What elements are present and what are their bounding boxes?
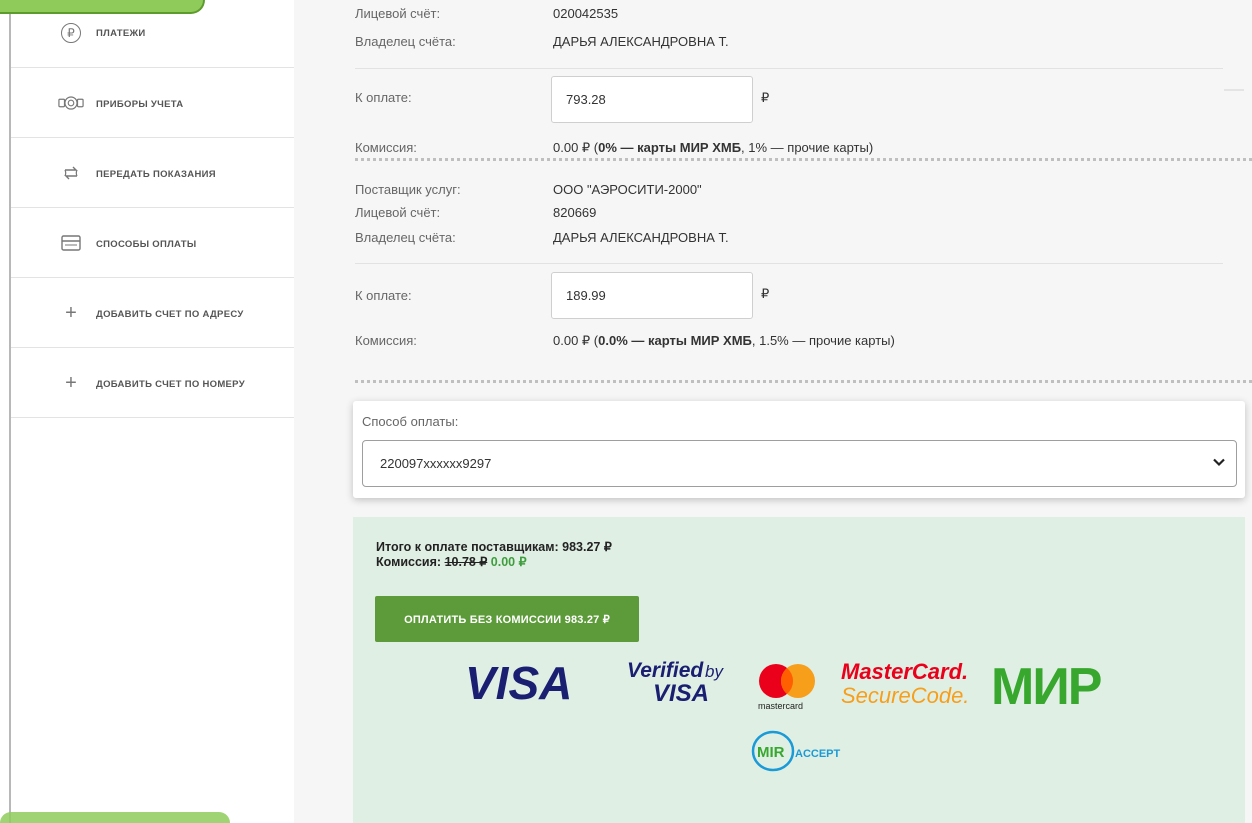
account-number-value: 020042535 [553, 6, 619, 21]
svg-text:mastercard: mastercard [758, 701, 803, 711]
svg-text:MIR: MIR [757, 744, 785, 761]
dotted-divider [355, 158, 1252, 161]
divider [355, 263, 1223, 264]
currency-sign: ₽ [761, 90, 770, 105]
payment-content: Лицевой счёт: 020042535 Владелец счёта: … [294, 0, 1252, 823]
svg-text:by: by [705, 662, 724, 681]
sidebar-item-label: Платежи [96, 28, 146, 39]
commission-label: Комиссия: [355, 140, 417, 155]
visa-logo: VISA [465, 657, 572, 707]
sidebar-item-label: Добавить счет по адресу [96, 309, 244, 320]
bottom-tab-highlight [0, 812, 230, 823]
svg-text:ACCEPT: ACCEPT [795, 748, 841, 760]
svg-text:VISA: VISA [653, 680, 709, 707]
commission-value: 0.00 ₽ (0.0% — карты МИР ХМБ, 1.5% — про… [553, 333, 895, 348]
payment-method-value: 220097xxxxxx9297 [380, 456, 492, 471]
amount-input[interactable]: 189.99 [551, 272, 753, 319]
commission-value: 0.00 ₽ (0% — карты МИР ХМБ, 1% — прочие … [553, 140, 874, 155]
old-commission: 10.78 ₽ [444, 555, 488, 569]
provider-value: ООО "АЭРОСИТИ-2000" [553, 182, 702, 197]
account-owner-value: ДАРЬЯ АЛЕКСАНДРОВНА Т. [553, 230, 729, 245]
sidebar-item-label: Добавить счет по номеру [96, 379, 245, 390]
refresh-icon [58, 160, 84, 186]
mir-logo: МИР [991, 662, 1103, 708]
total-commission: Комиссия: 10.78 ₽ 0.00 ₽ [376, 555, 527, 569]
account-number-label: Лицевой счёт: [355, 205, 441, 220]
svg-text:SecureCode.: SecureCode. [841, 683, 969, 708]
payment-method-card: Способ оплаты: 220097xxxxxx9297 [353, 401, 1245, 498]
sidebar: ₽ Платежи Приборы учета Передать показан… [11, 0, 294, 823]
sidebar-item-add-by-address[interactable]: + Добавить счет по адресу [11, 278, 294, 348]
total-panel: Итого к оплате поставщикам: 983.27 ₽ Ком… [353, 517, 1245, 823]
amount-value: 189.99 [566, 288, 606, 303]
account-owner-value: ДАРЬЯ АЛЕКСАНДРОВНА Т. [553, 34, 729, 49]
sidebar-item-payment-methods[interactable]: Способы оплаты [11, 208, 294, 278]
active-tab-highlight [0, 0, 205, 14]
amount-label: К оплате: [355, 90, 412, 105]
sidebar-item-label: Способы оплаты [96, 239, 197, 250]
verified-by-visa-logo: Verified by VISA [627, 659, 724, 707]
sidebar-item-add-by-number[interactable]: + Добавить счет по номеру [11, 348, 294, 418]
amount-input[interactable]: 793.28 [551, 76, 753, 123]
total-amount: Итого к оплате поставщикам: 983.27 ₽ [376, 540, 612, 554]
plus-icon: + [65, 371, 77, 394]
payment-method-select[interactable]: 220097xxxxxx9297 [362, 440, 1237, 487]
sidebar-item-label: Передать показания [96, 169, 216, 180]
account-number-label: Лицевой счёт: [355, 6, 441, 21]
pay-without-commission-button[interactable]: ОПЛАТИТЬ БЕЗ КОМИССИИ 983.27 ₽ [375, 596, 639, 642]
svg-text:МИР: МИР [991, 662, 1101, 708]
new-commission: 0.00 ₽ [490, 555, 527, 569]
account-number-value: 820669 [553, 205, 597, 220]
svg-text:Verified: Verified [627, 659, 704, 682]
commission-label: Комиссия: [355, 333, 417, 348]
wallet-icon [58, 230, 84, 256]
mastercard-logo: mastercard [758, 664, 815, 711]
dotted-divider [355, 380, 1252, 383]
provider-label: Поставщик услуг: [355, 182, 461, 197]
mir-accept-logo: MIR ACCEPT [751, 730, 841, 772]
amount-value: 793.28 [566, 92, 606, 107]
amount-label: К оплате: [355, 288, 412, 303]
payment-method-label: Способ оплаты: [362, 414, 459, 429]
account-owner-label: Владелец счёта: [355, 230, 456, 245]
svg-text:MasterCard.: MasterCard. [841, 659, 968, 684]
plus-icon: + [65, 301, 77, 324]
chevron-down-icon [1213, 458, 1225, 467]
sidebar-item-meters[interactable]: Приборы учета [11, 68, 294, 138]
sidebar-item-submit-readings[interactable]: Передать показания [11, 138, 294, 208]
meter-icon [58, 90, 84, 116]
sidebar-item-label: Приборы учета [96, 99, 184, 110]
svg-text:VISA: VISA [465, 657, 572, 707]
divider [1224, 89, 1244, 91]
account-owner-label: Владелец счёта: [355, 34, 456, 49]
ruble-icon: ₽ [58, 20, 84, 46]
divider [355, 68, 1223, 69]
currency-sign: ₽ [761, 286, 770, 301]
mastercard-securecode-logo: MasterCard. SecureCode. [841, 659, 969, 708]
